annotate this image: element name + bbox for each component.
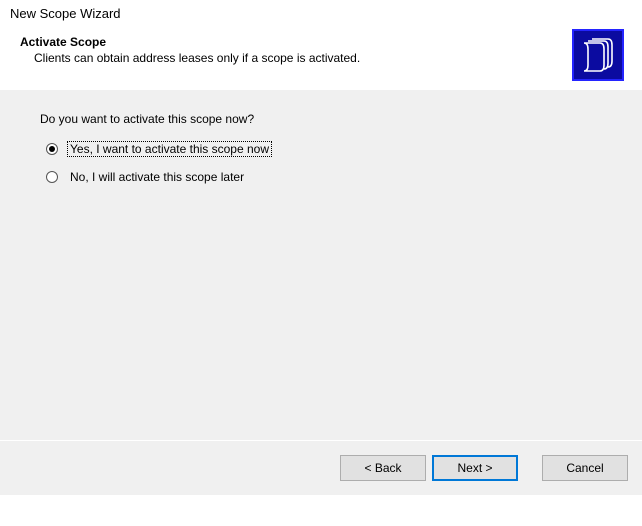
radio-no-label: No, I will activate this scope later: [68, 170, 246, 184]
radio-yes-label: Yes, I want to activate this scope now: [68, 142, 271, 156]
cancel-button[interactable]: Cancel: [542, 455, 628, 481]
option-yes-row[interactable]: Yes, I want to activate this scope now: [40, 142, 602, 156]
window-title: New Scope Wizard: [0, 0, 642, 29]
button-spacer: [524, 455, 536, 481]
wizard-footer: < Back Next > Cancel: [0, 441, 642, 495]
page-title: Activate Scope: [20, 35, 630, 49]
radio-no[interactable]: [46, 171, 58, 183]
page-subtitle: Clients can obtain address leases only i…: [20, 51, 460, 65]
radio-yes[interactable]: [46, 143, 58, 155]
wizard-body: Do you want to activate this scope now? …: [0, 90, 642, 440]
wizard-header: Activate Scope Clients can obtain addres…: [0, 29, 642, 89]
prompt-text: Do you want to activate this scope now?: [40, 112, 602, 126]
option-no-row[interactable]: No, I will activate this scope later: [40, 170, 602, 184]
next-button[interactable]: Next >: [432, 455, 518, 481]
scope-icon: [572, 29, 624, 81]
back-button[interactable]: < Back: [340, 455, 426, 481]
